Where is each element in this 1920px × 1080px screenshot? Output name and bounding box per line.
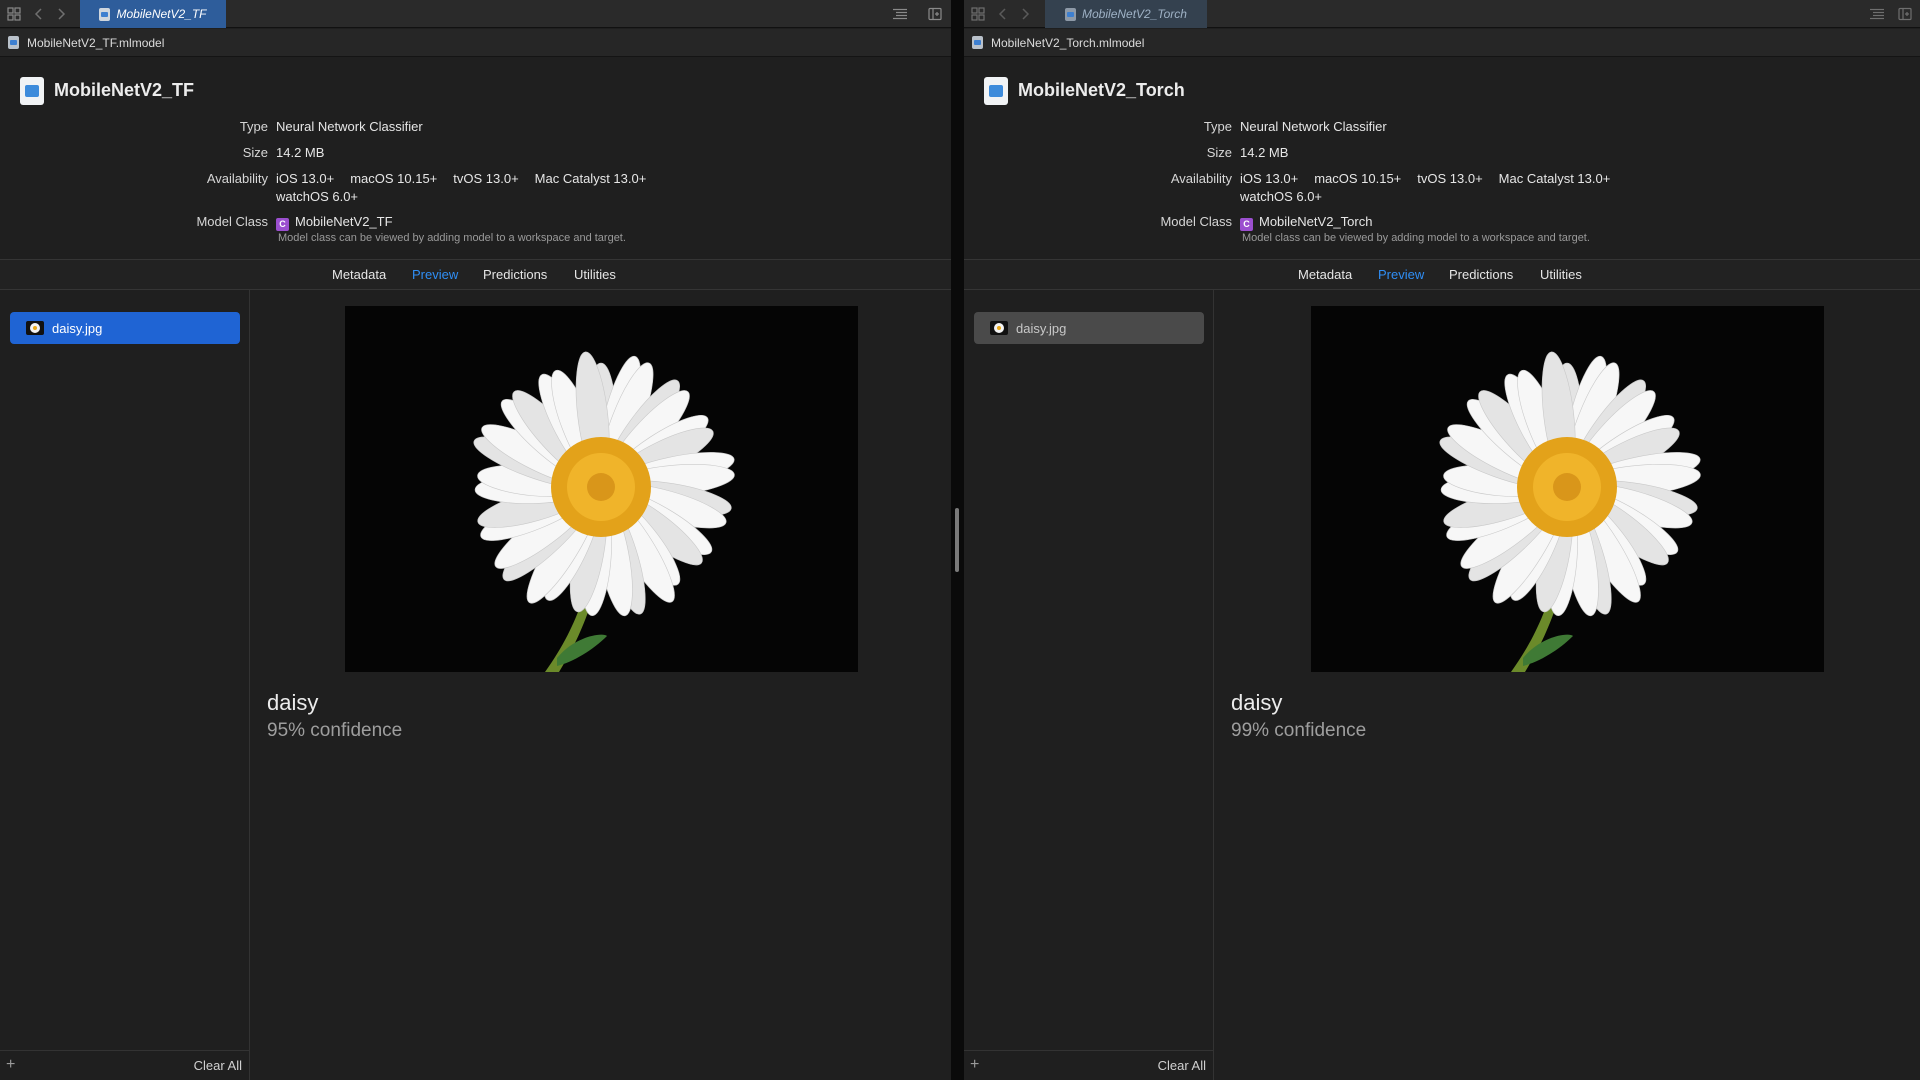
tab-metadata[interactable]: Metadata	[332, 267, 386, 282]
clear-all-button[interactable]: Clear All	[194, 1058, 242, 1073]
type-label: Type	[239, 119, 268, 134]
file-sidebar: daisy.jpg + Clear All	[0, 290, 250, 1080]
document-icon	[8, 36, 19, 49]
availability-watchos: watchOS 6.0+	[276, 189, 359, 204]
mlmodel-icon	[20, 77, 44, 105]
availability-macos: macOS 10.15+	[1314, 171, 1402, 186]
tab-predictions[interactable]: Predictions	[483, 267, 547, 282]
tab-title: MobileNetV2_Torch	[1082, 7, 1187, 21]
sidebar-bottom-bar: + Clear All	[964, 1050, 1214, 1080]
availability-macos: macOS 10.15+	[350, 171, 438, 186]
file-item-daisy[interactable]: daisy.jpg	[974, 312, 1204, 344]
tab-predictions[interactable]: Predictions	[1449, 267, 1513, 282]
jump-bar-file[interactable]: MobileNetV2_TF.mlmodel	[27, 36, 164, 50]
tab-utilities[interactable]: Utilities	[1540, 267, 1582, 282]
editor-pane-left: MobileNetV2_TF MobileNetV2_TF.mlmodel Mo…	[0, 0, 951, 1080]
model-class-value: MobileNetV2_Torch	[1259, 214, 1373, 229]
jump-bar[interactable]: MobileNetV2_Torch.mlmodel	[964, 29, 1920, 57]
tab-bar: MobileNetV2_TF	[0, 0, 951, 28]
size-value: 14.2 MB	[276, 145, 325, 160]
grid-icon[interactable]	[5, 5, 23, 23]
sidebar-bottom-bar: + Clear All	[0, 1050, 250, 1080]
tab-bar: MobileNetV2_Torch	[964, 0, 1920, 28]
availability-tvos: tvOS 13.0+	[453, 171, 519, 186]
mlmodel-icon	[984, 77, 1008, 105]
prediction-label: daisy	[267, 690, 319, 715]
availability-list: iOS 13.0+ macOS 10.15+ tvOS 13.0+ Mac Catal…	[1240, 171, 1626, 186]
split-drag-handle[interactable]	[955, 508, 959, 572]
model-class-value-wrap: C MobileNetV2_Torch	[1240, 214, 1372, 231]
model-class-note: Model class can be viewed by adding mode…	[278, 232, 626, 244]
availability-label: Availability	[1170, 171, 1232, 186]
type-value: Neural Network Classifier	[1240, 119, 1387, 134]
daisy-image	[1311, 306, 1824, 672]
class-icon: C	[276, 218, 289, 231]
prediction-confidence: 99% confidence	[1231, 720, 1367, 741]
tab-preview[interactable]: Preview	[412, 267, 458, 282]
editor-pane-right: MobileNetV2_Torch MobileNetV2_Torch.mlmo…	[964, 0, 1920, 1080]
prediction-label: daisy	[1231, 690, 1283, 715]
chevron-left-icon[interactable]	[994, 5, 1012, 23]
size-label: Size	[242, 145, 268, 160]
model-class-value-wrap: C MobileNetV2_TF	[276, 214, 393, 231]
editor-options-icon[interactable]	[891, 5, 909, 23]
tab-preview[interactable]: Preview	[1378, 267, 1424, 282]
file-item-label: daisy.jpg	[1016, 320, 1067, 336]
plus-icon[interactable]: +	[970, 1056, 979, 1074]
editor-tab[interactable]: MobileNetV2_Torch	[1045, 0, 1207, 28]
daisy-thumbnail	[26, 321, 44, 335]
file-sidebar: daisy.jpg + Clear All	[964, 290, 1214, 1080]
editor-options-icon[interactable]	[1868, 5, 1886, 23]
document-icon	[1065, 7, 1077, 21]
type-value: Neural Network Classifier	[276, 119, 423, 134]
segmented-tabs: Metadata Preview Predictions Utilities	[964, 259, 1920, 290]
daisy-thumbnail	[990, 321, 1008, 335]
grid-icon[interactable]	[969, 5, 987, 23]
clear-all-button[interactable]: Clear All	[1158, 1058, 1206, 1073]
split-editor-icon[interactable]	[1896, 5, 1914, 23]
chevron-right-icon[interactable]	[52, 5, 70, 23]
availability-catalyst: Mac Catalyst 13.0+	[1498, 171, 1611, 186]
model-class-label: Model Class	[196, 214, 268, 229]
tab-title: MobileNetV2_TF	[116, 7, 207, 21]
segmented-tabs: Metadata Preview Predictions Utilities	[0, 259, 951, 290]
file-item-daisy[interactable]: daisy.jpg	[10, 312, 240, 344]
availability-watchos: watchOS 6.0+	[1240, 189, 1323, 204]
model-title: MobileNetV2_Torch	[1018, 80, 1185, 100]
availability-catalyst: Mac Catalyst 13.0+	[534, 171, 647, 186]
prediction-confidence: 95% confidence	[267, 720, 403, 741]
split-editor-icon[interactable]	[926, 5, 944, 23]
file-item-label: daisy.jpg	[52, 320, 103, 336]
tab-metadata[interactable]: Metadata	[1298, 267, 1352, 282]
availability-ios: iOS 13.0+	[276, 171, 335, 186]
availability-label: Availability	[206, 171, 268, 186]
plus-icon[interactable]: +	[6, 1056, 15, 1074]
size-label: Size	[1206, 145, 1232, 160]
chevron-right-icon[interactable]	[1016, 5, 1034, 23]
model-class-label: Model Class	[1160, 214, 1232, 229]
availability-tvos: tvOS 13.0+	[1417, 171, 1483, 186]
document-icon	[972, 36, 983, 49]
tab-utilities[interactable]: Utilities	[574, 267, 616, 282]
daisy-image	[345, 306, 858, 672]
model-class-value: MobileNetV2_TF	[295, 214, 393, 229]
editor-tab[interactable]: MobileNetV2_TF	[80, 0, 226, 28]
model-class-note: Model class can be viewed by adding mode…	[1242, 232, 1590, 244]
jump-bar-file[interactable]: MobileNetV2_Torch.mlmodel	[991, 36, 1144, 50]
jump-bar[interactable]: MobileNetV2_TF.mlmodel	[0, 29, 951, 57]
chevron-left-icon[interactable]	[30, 5, 48, 23]
document-icon	[99, 7, 111, 21]
size-value: 14.2 MB	[1240, 145, 1289, 160]
class-icon: C	[1240, 218, 1253, 231]
model-title: MobileNetV2_TF	[54, 80, 195, 100]
availability-ios: iOS 13.0+	[1240, 171, 1299, 186]
type-label: Type	[1203, 119, 1232, 134]
availability-list: iOS 13.0+ macOS 10.15+ tvOS 13.0+ Mac Catal…	[276, 171, 662, 186]
